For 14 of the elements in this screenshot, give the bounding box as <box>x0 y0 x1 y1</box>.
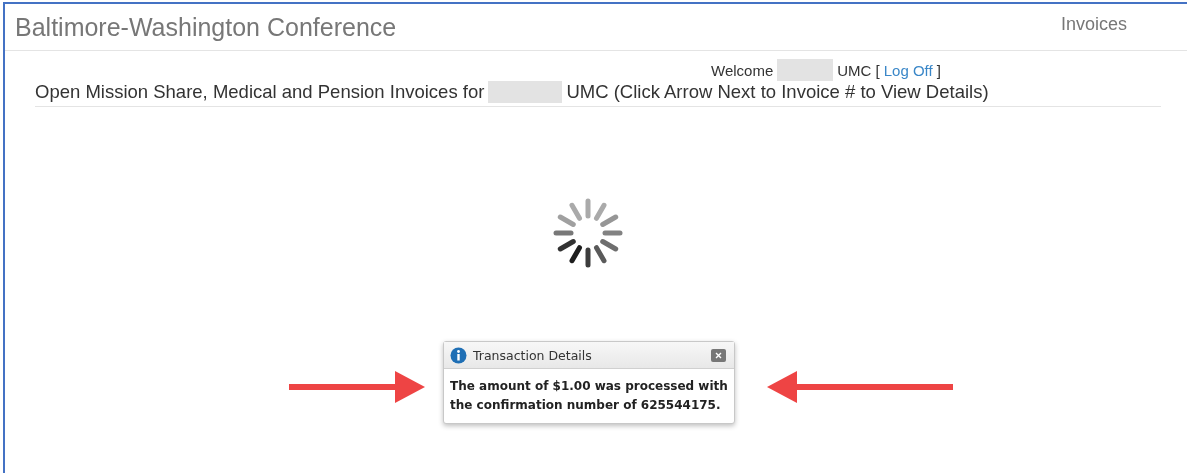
close-button[interactable] <box>711 349 726 362</box>
invoices-link[interactable]: Invoices <box>1060 13 1127 35</box>
heading-text: UMC (Click Arrow Next to Invoice # to View Details) <box>566 81 989 103</box>
redacted-block <box>777 59 834 81</box>
log-off-link[interactable]: Log Off <box>883 61 933 79</box>
dialog-message: The amount of $1.00 was processed with the confirmation number of 625544175. <box>449 378 729 414</box>
site-title: Baltimore-Washington Conference <box>15 12 397 42</box>
welcome-text: Welcome <box>711 61 774 79</box>
dialog-title: Transaction Details <box>473 348 593 363</box>
close-icon <box>715 352 722 359</box>
bracket-text: ] <box>936 61 941 79</box>
heading-text: Open Mission Share, Medical and Pension Invoices for <box>35 81 485 103</box>
church-suffix: UMC [ <box>837 61 880 79</box>
info-icon <box>450 347 467 364</box>
